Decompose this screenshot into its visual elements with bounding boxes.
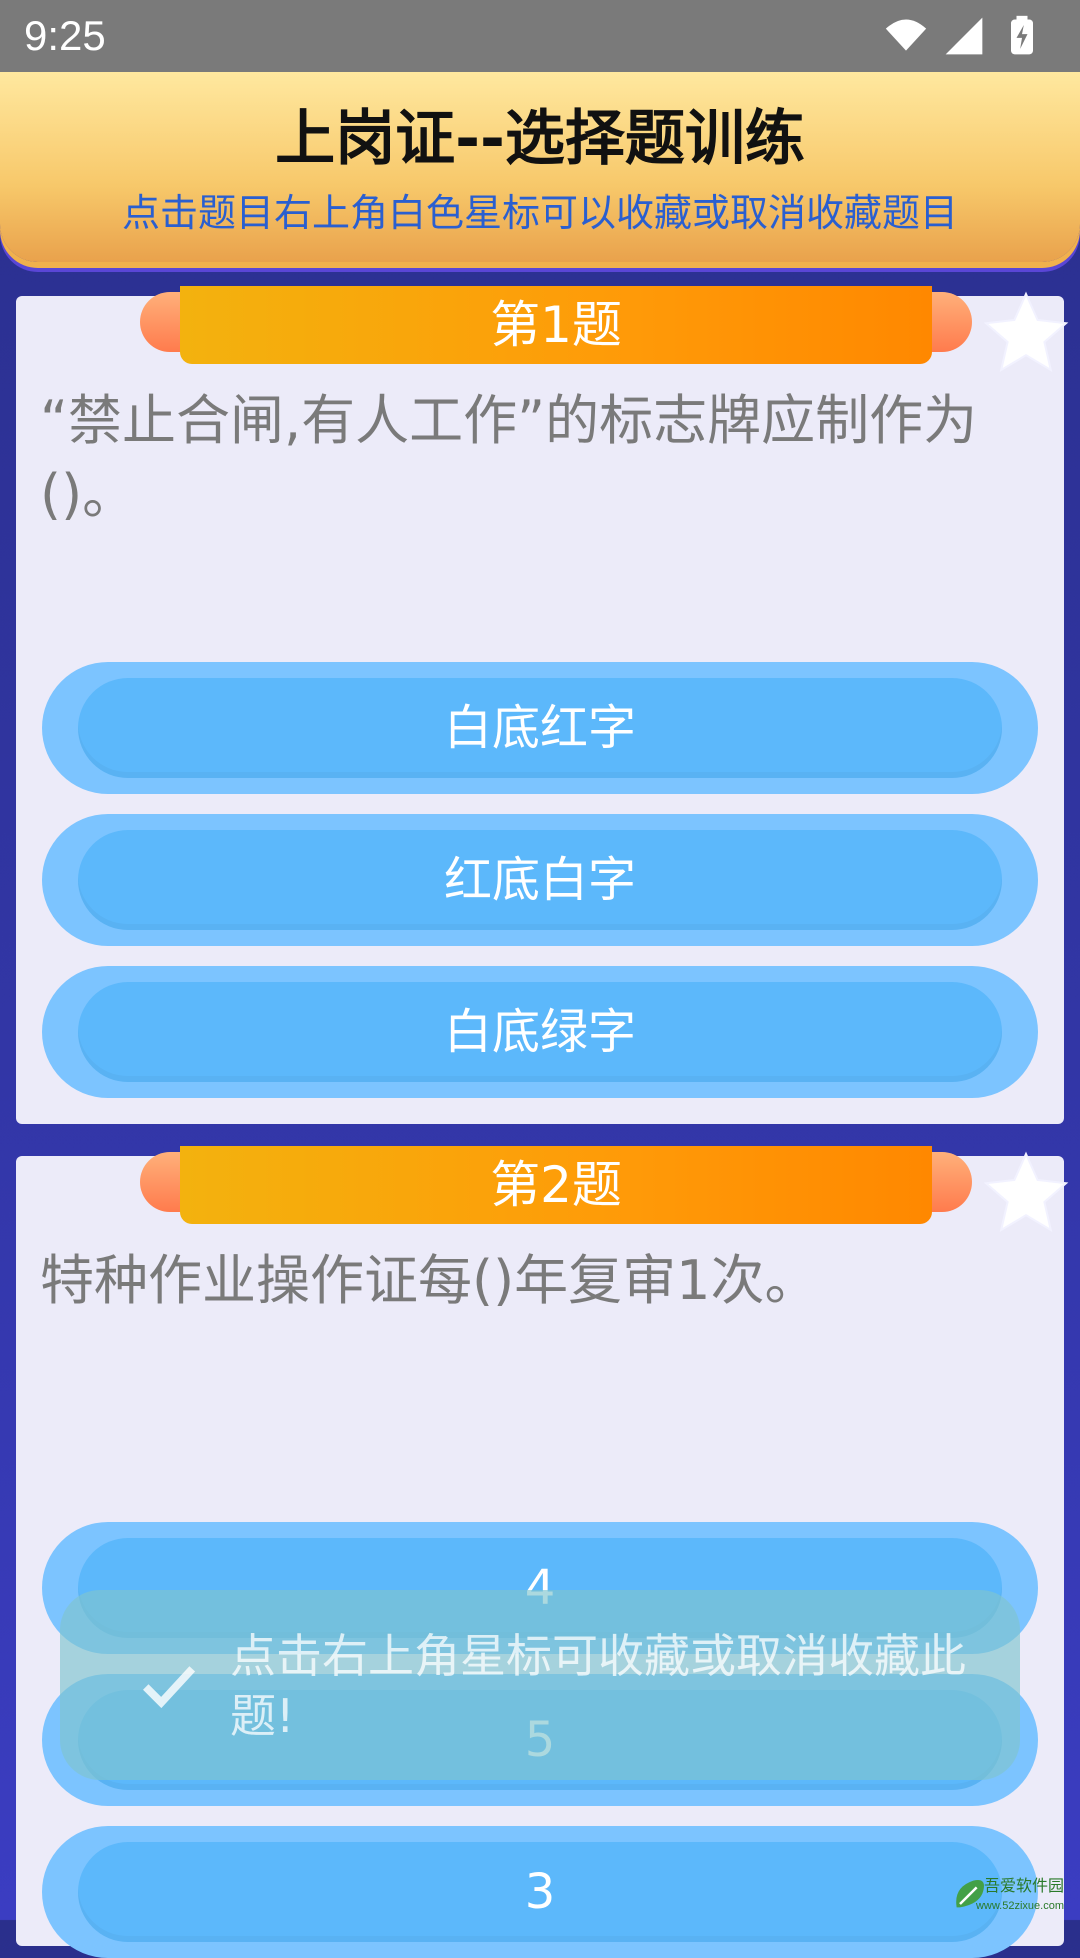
watermark-text: 吾爱软件园 [983,1878,1064,1895]
question-number-badge: 第2题 [140,1146,972,1230]
favorite-star-icon[interactable] [978,1146,1074,1242]
favorite-star-icon[interactable] [978,286,1074,382]
option-label: 3 [78,1842,1002,1942]
status-icons [884,14,1044,58]
toast-message: 点击右上角星标可收藏或取消收藏此题! [60,1590,1020,1780]
option-button-3[interactable]: 白底绿字 [42,966,1038,1098]
question-number-label: 第2题 [180,1146,932,1224]
question-text: 特种作业操作证每()年复审1次。 [40,1249,819,1312]
page-title: 上岗证--选择题训练 [275,104,805,174]
option-button-2[interactable]: 红底白字 [42,814,1038,946]
battery-charging-icon [1011,15,1033,55]
option-button-3[interactable]: 3 [42,1826,1038,1958]
option-label: 红底白字 [78,830,1002,930]
header-banner: 上岗证--选择题训练 点击题目右上角白色星标可以收藏或取消收藏题目 [0,72,1080,262]
question-card-1: 第1题 “禁止合闸,有人工作”的标志牌应制作为()。 白底红字 红底白字 白底绿… [16,286,1069,1124]
option-label: 白底绿字 [78,982,1002,1082]
toast-text: 点击右上角星标可收藏或取消收藏此题! [230,1629,966,1743]
watermark-url: www.52zixue.com [975,1900,1064,1912]
question-text: “禁止合闸,有人工作”的标志牌应制作为()。 [40,389,978,526]
signal-icon [945,17,983,55]
status-bar: 9:25 [0,0,1080,72]
page-subtitle: 点击题目右上角白色星标可以收藏或取消收藏题目 [121,191,958,235]
question-card-2: 第2题 特种作业操作证每()年复审1次。 4 5 3 [16,1146,1069,1958]
question-number-label: 第1题 [180,286,932,364]
option-button-1[interactable]: 白底红字 [42,662,1038,794]
wifi-icon [885,19,927,51]
watermark: 吾爱软件园 www.52zixue.com [950,1850,1070,1914]
question-number-badge: 第1题 [140,286,972,370]
option-label: 白底红字 [78,678,1002,778]
status-time: 9:25 [24,12,106,59]
check-icon [143,1666,196,1709]
